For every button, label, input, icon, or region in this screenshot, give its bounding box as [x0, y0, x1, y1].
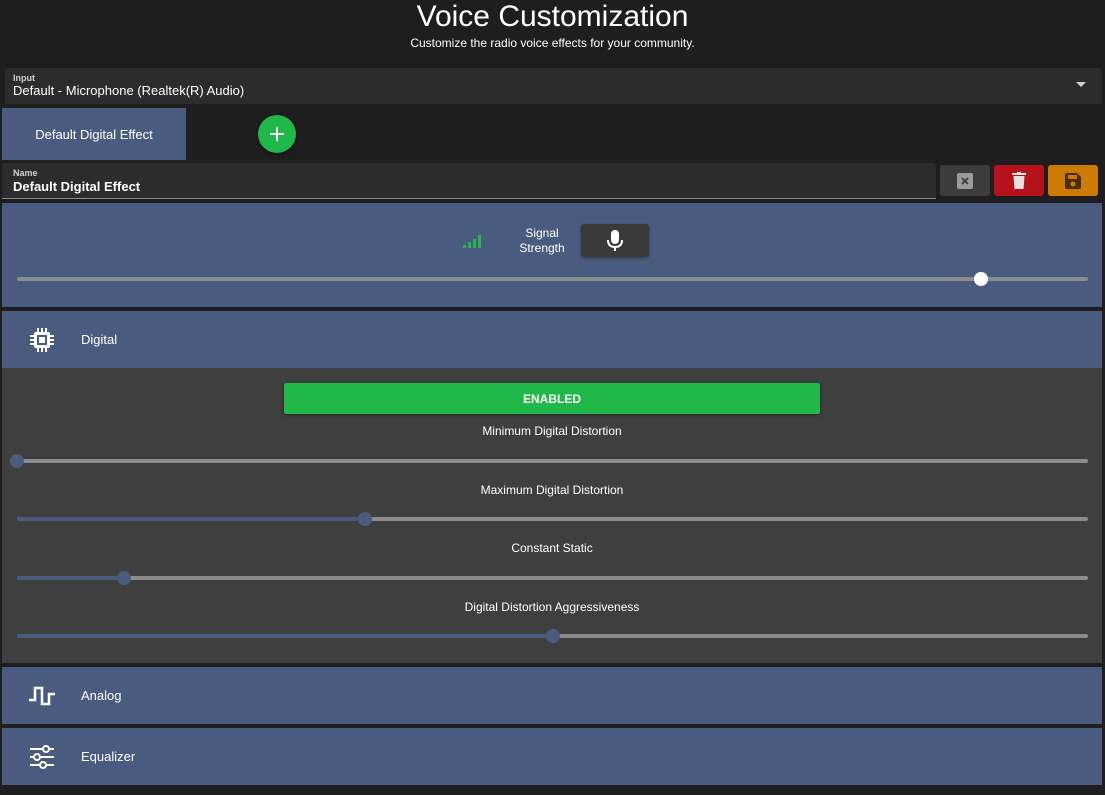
digital-distortion-aggressiveness-slider[interactable]: [17, 629, 1088, 643]
close-box-icon: [957, 172, 973, 189]
slider-thumb[interactable]: [545, 629, 560, 643]
signal-bars-icon: [463, 235, 481, 248]
name-field-value: Default Digital Effect: [13, 179, 141, 194]
page-header: Voice Customization Customize the radio …: [0, 0, 1105, 64]
slider-fill: [17, 277, 981, 281]
chip-icon: [30, 328, 54, 352]
microphone-test-button[interactable]: [581, 224, 649, 257]
slider-label: Minimum Digital Distortion: [482, 424, 622, 438]
slider-fill: [17, 634, 553, 638]
name-field-label: Name: [13, 168, 38, 178]
slider-thumb[interactable]: [10, 454, 24, 468]
slider-fill: [17, 517, 366, 521]
signal-strength-label: Signal Strength: [519, 226, 565, 255]
input-select-label: Input: [13, 73, 35, 83]
max-digital-distortion-slider[interactable]: [17, 512, 1088, 526]
page-subtitle: Customize the radio voice effects for yo…: [410, 36, 695, 50]
constant-static-slider[interactable]: [17, 571, 1088, 585]
min-digital-distortion-slider[interactable]: [10, 454, 1088, 468]
trash-icon: [1012, 172, 1026, 189]
slider-label: Constant Static: [511, 541, 593, 555]
slider-thumb[interactable]: [117, 571, 132, 585]
square-wave-icon: [29, 686, 55, 706]
signal-strength-panel: Signal Strength: [2, 203, 1102, 307]
section-analog-label: Analog: [81, 688, 122, 703]
clear-button[interactable]: [940, 165, 990, 196]
section-equalizer-label: Equalizer: [81, 749, 136, 764]
input-select-value: Default - Microphone (Realtek(R) Audio): [13, 83, 245, 98]
plus-icon: [270, 127, 284, 141]
slider-thumb[interactable]: [973, 272, 988, 286]
section-analog-header[interactable]: Analog: [2, 667, 1102, 724]
slider-thumb[interactable]: [358, 512, 373, 526]
section-equalizer-header[interactable]: Equalizer: [2, 728, 1102, 785]
section-digital-label: Digital: [81, 332, 118, 347]
microphone-icon: [607, 229, 623, 251]
add-effect-button[interactable]: [258, 115, 296, 153]
enabled-toggle-button[interactable]: ENABLED: [284, 383, 820, 414]
save-button[interactable]: [1048, 165, 1098, 196]
slider-fill: [17, 576, 125, 580]
floppy-disk-icon: [1065, 172, 1081, 189]
slider-rail: [17, 459, 1088, 463]
input-device-select[interactable]: Input Default - Microphone (Realtek(R) A…: [5, 68, 1102, 104]
slider-label: Digital Distortion Aggressiveness: [464, 600, 640, 614]
section-digital-header[interactable]: Digital: [2, 311, 1102, 368]
tab-label: Default Digital Effect: [35, 126, 153, 142]
signal-strength-slider[interactable]: [17, 272, 1088, 286]
section-digital-body: ENABLED Minimum Digital Distortion Maxim…: [2, 368, 1102, 663]
effect-name-field[interactable]: Name Default Digital Effect: [2, 163, 936, 199]
dropdown-arrow-icon[interactable]: [1076, 82, 1086, 87]
page-title: Voice Customization: [416, 0, 689, 33]
delete-button[interactable]: [994, 165, 1044, 196]
equalizer-icon: [30, 745, 54, 769]
slider-label: Maximum Digital Distortion: [480, 483, 624, 497]
tab-default-digital-effect[interactable]: Default Digital Effect: [2, 108, 186, 160]
slider-rail: [17, 576, 1088, 580]
